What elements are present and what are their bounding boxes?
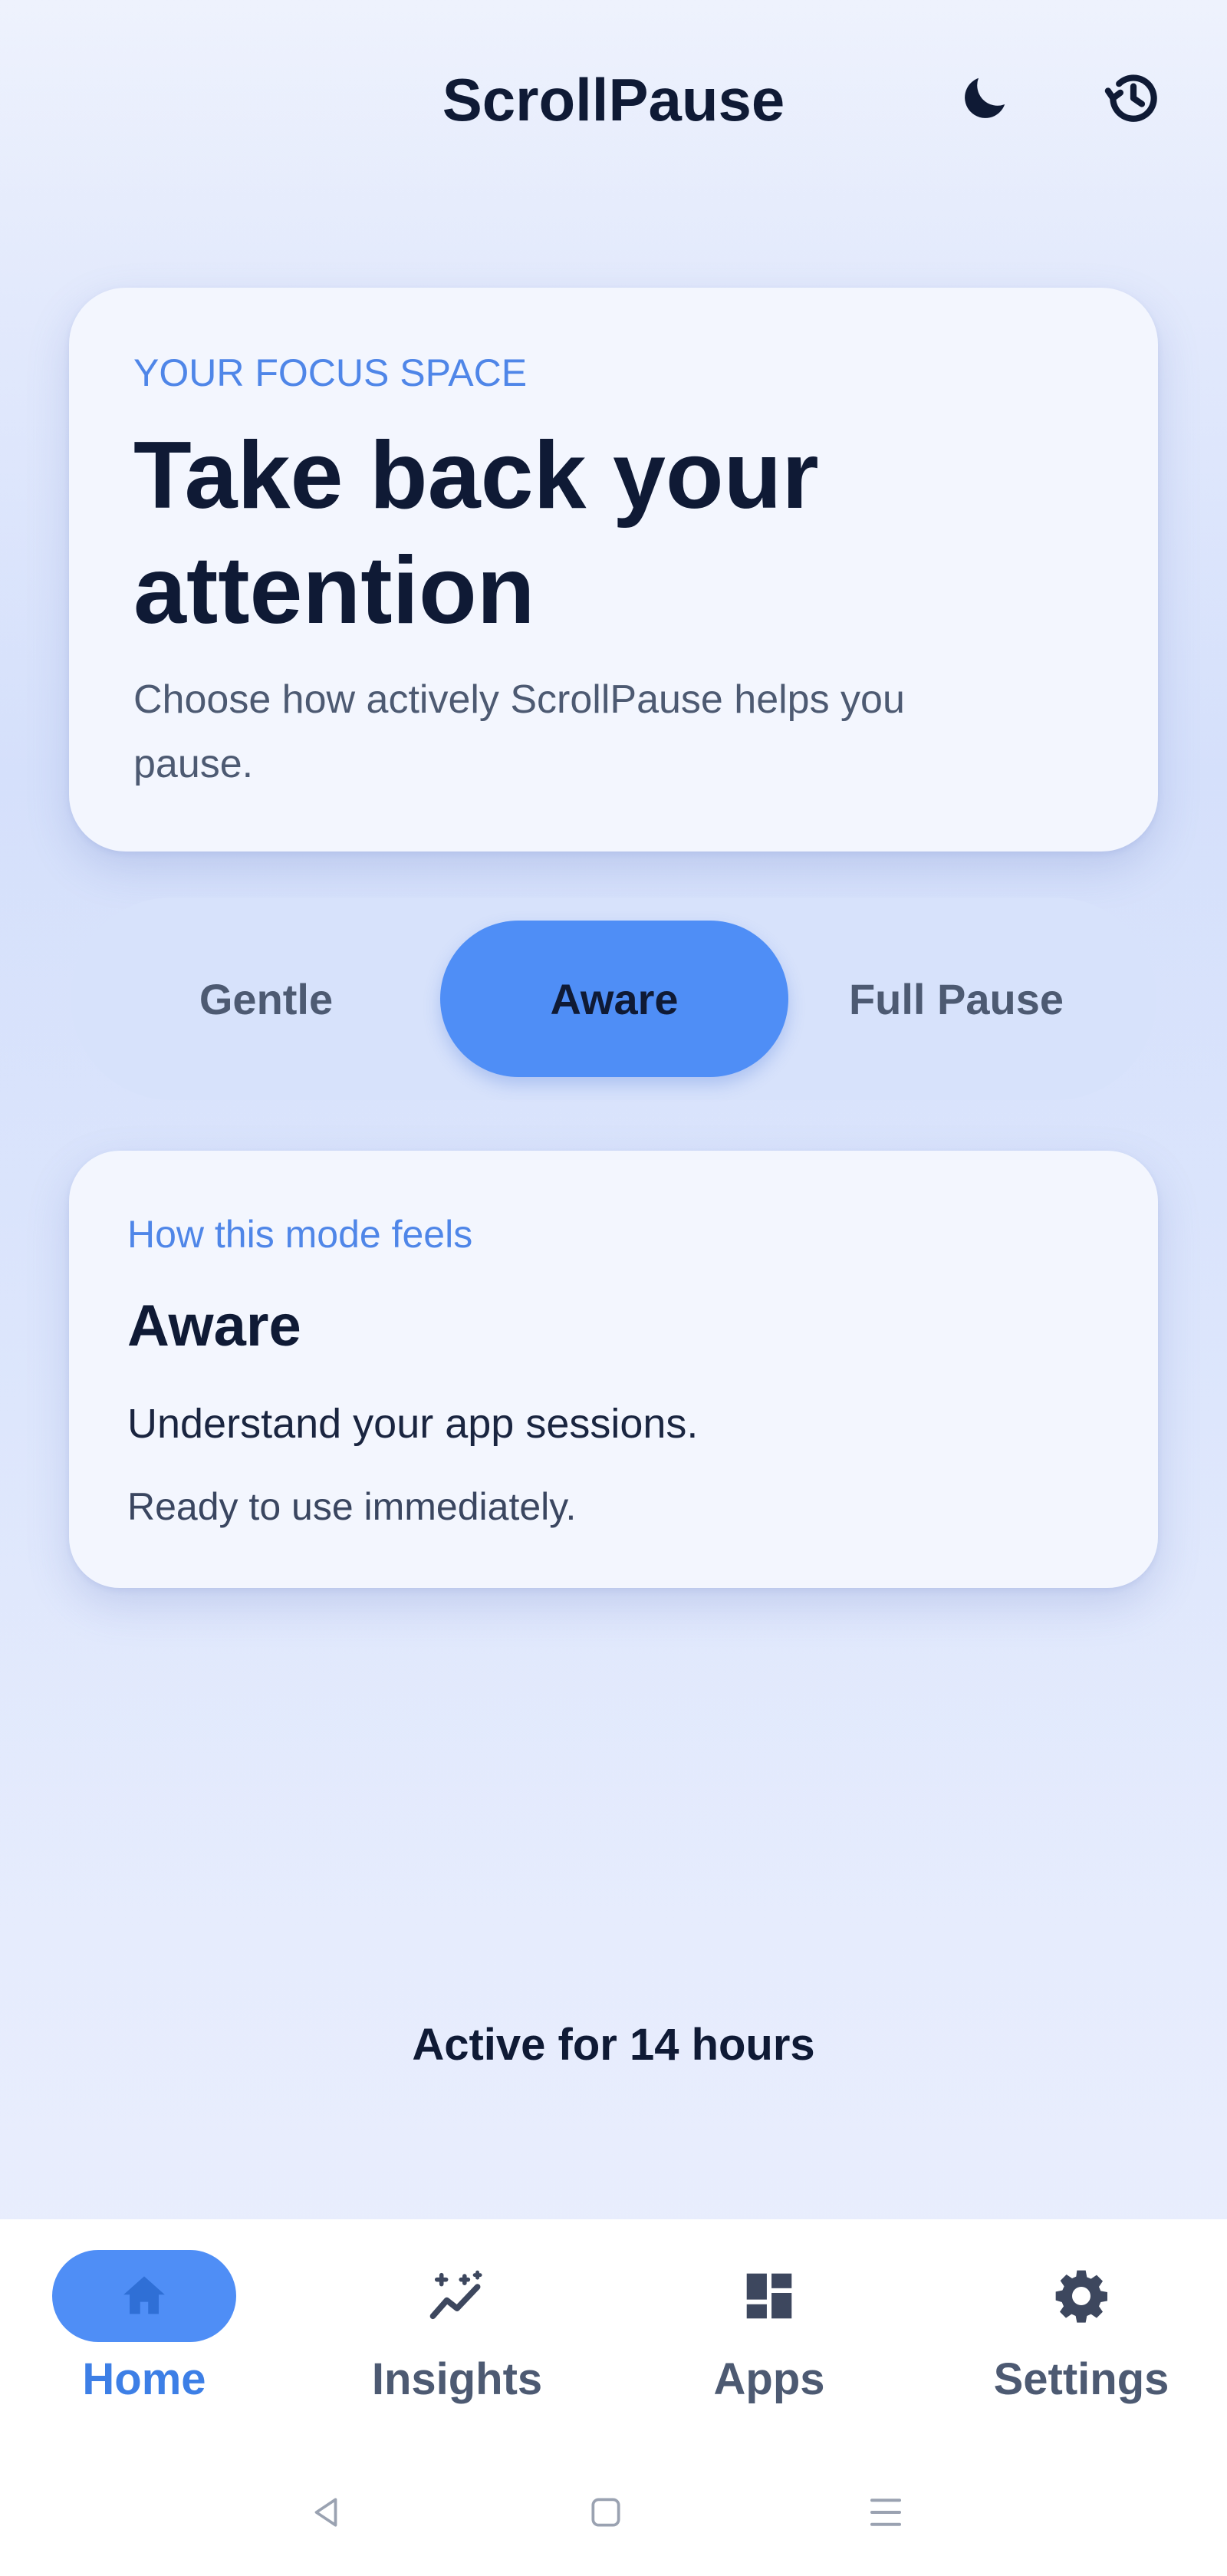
nav-label-home: Home <box>82 2354 206 2404</box>
nav-home-pill <box>52 2250 236 2342</box>
system-navigation-bar <box>0 2474 1227 2551</box>
nav-apps-pill <box>677 2250 861 2342</box>
system-home-button[interactable] <box>567 2474 644 2551</box>
gear-icon <box>1055 2270 1107 2323</box>
nav-insights-pill <box>365 2250 549 2342</box>
apps-grid-icon <box>746 2273 792 2319</box>
app-header: ScrollPause <box>0 0 1227 207</box>
mode-selector: Gentle Aware Full Pause <box>71 898 1156 1100</box>
hero-subtitle: Choose how actively ScrollPause helps yo… <box>133 677 905 786</box>
history-button[interactable] <box>1097 61 1170 135</box>
mode-card-status: Ready to use immediately. <box>127 1485 577 1528</box>
insights-icon <box>429 2270 482 2320</box>
nav-label-insights: Insights <box>371 2354 543 2404</box>
home-icon <box>123 2276 165 2314</box>
nav-item-apps[interactable]: Apps <box>616 2250 923 2426</box>
moon-icon <box>965 77 1005 118</box>
mode-option-aware[interactable]: Aware <box>440 921 788 1077</box>
nav-item-home[interactable]: Home <box>0 2250 298 2426</box>
nav-settings-pill <box>989 2250 1173 2342</box>
nav-item-insights[interactable]: Insights <box>304 2250 610 2426</box>
history-icon <box>1104 74 1157 122</box>
system-back-button[interactable] <box>288 2474 364 2551</box>
nav-label-settings: Settings <box>993 2354 1169 2404</box>
mode-card-title: Aware <box>127 1293 301 1359</box>
app-title: ScrollPause <box>442 66 785 133</box>
hero-card: YOUR FOCUS SPACE Take back your attentio… <box>69 288 1158 852</box>
hero-title: Take back your attention <box>133 423 819 644</box>
mode-option-gentle[interactable]: Gentle <box>71 921 462 1077</box>
mode-detail-card: How this mode feels Aware Understand you… <box>69 1151 1158 1588</box>
home-square-icon <box>591 2498 620 2527</box>
mode-card-eyebrow: How this mode feels <box>127 1213 473 1256</box>
back-triangle-icon <box>314 2498 337 2527</box>
menu-lines-icon <box>870 2499 902 2526</box>
dark-mode-button[interactable] <box>948 61 1021 135</box>
nav-label-apps: Apps <box>713 2354 825 2404</box>
hero-eyebrow: YOUR FOCUS SPACE <box>133 351 528 394</box>
mode-option-full-pause[interactable]: Full Pause <box>768 921 1144 1077</box>
system-recents-button[interactable] <box>847 2474 924 2551</box>
nav-item-settings[interactable]: Settings <box>928 2250 1227 2426</box>
mode-card-description: Understand your app sessions. <box>127 1401 699 1447</box>
active-duration-text: Active for 14 hours <box>412 2020 815 2070</box>
